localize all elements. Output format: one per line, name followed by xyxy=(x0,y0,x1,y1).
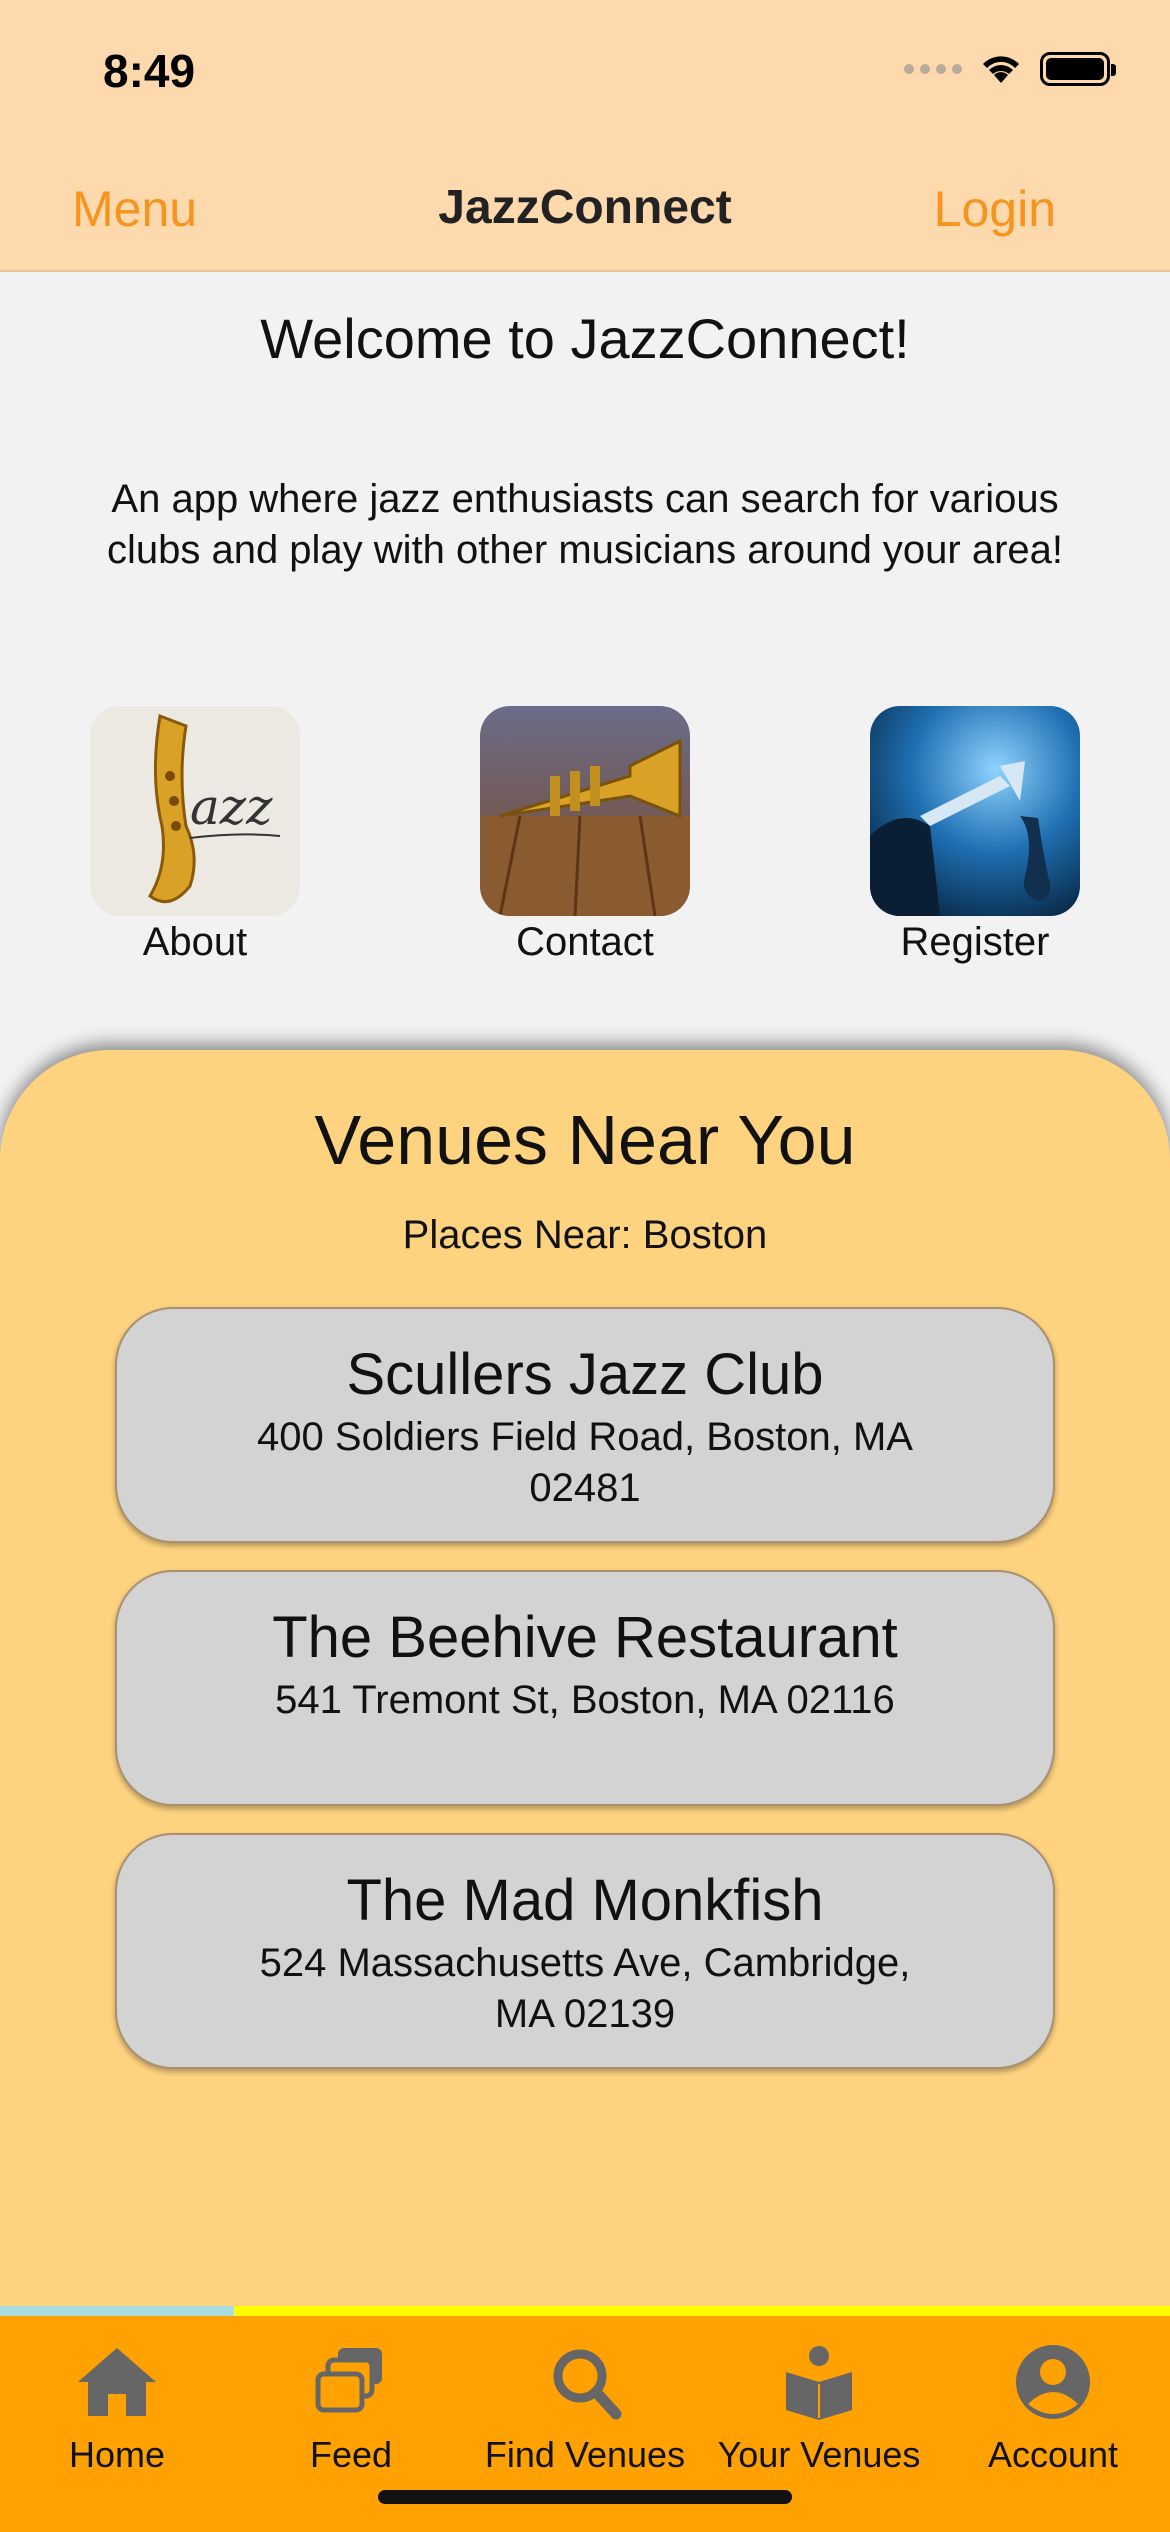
about-label: About xyxy=(142,920,248,964)
tab-home-label: Home xyxy=(68,2434,166,2475)
wifi-icon xyxy=(983,56,1019,83)
venue-card[interactable]: Scullers Jazz Club 400 Soldiers Field Ro… xyxy=(115,1307,1055,1543)
register-tile[interactable]: Register xyxy=(870,706,1080,965)
home-icon xyxy=(78,2348,156,2416)
tab-feed-label: Feed xyxy=(309,2434,393,2475)
tab-account-label: Account xyxy=(987,2434,1119,2475)
contact-tile[interactable]: Contact xyxy=(480,706,690,965)
venue-name: The Mad Monkfish xyxy=(346,1868,824,1933)
intro-line-1: An app where jazz enthusiasts can search… xyxy=(111,477,1059,521)
svg-text:azz: azz xyxy=(190,778,273,836)
account-icon xyxy=(1016,2345,1090,2419)
venue-address: 524 Massachusetts Ave, Cambridge, MA 021… xyxy=(259,1941,911,2036)
venue-name: Scullers Jazz Club xyxy=(346,1342,824,1407)
jazz-band-image[interactable] xyxy=(870,706,1080,916)
welcome-heading: Welcome to JazzConnect! xyxy=(260,307,910,370)
top-bar: 8:49 Menu JazzConnect Login xyxy=(0,0,1170,272)
contact-label: Contact xyxy=(516,920,654,964)
venue-address: 541 Tremont St, Boston, MA 02116 xyxy=(275,1678,895,1722)
saxophone-jazz-image[interactable]: azz xyxy=(90,706,300,916)
status-icons xyxy=(904,52,1116,86)
venues-title: Venues Near You xyxy=(314,1101,856,1179)
tab-indicator xyxy=(0,2306,1170,2316)
battery-icon xyxy=(1040,52,1116,86)
tab-find-venues[interactable]: Find Venues xyxy=(468,2342,702,2476)
tab-feed[interactable]: Feed xyxy=(234,2342,468,2476)
feed-icon xyxy=(315,2348,382,2413)
tab-your-venues-label: Your Venues xyxy=(717,2434,921,2475)
trumpet-image[interactable] xyxy=(480,706,690,916)
venue-card[interactable]: The Beehive Restaurant 541 Tremont St, B… xyxy=(115,1570,1055,1806)
tab-your-venues[interactable]: Your Venues xyxy=(702,2342,936,2476)
tab-account[interactable]: Account xyxy=(936,2342,1170,2476)
cellular-signal-icon xyxy=(904,64,962,74)
intro-text: An app where jazz enthusiasts can search… xyxy=(40,474,1130,576)
venue-address: 400 Soldiers Field Road, Boston, MA 0248… xyxy=(257,1415,913,1510)
intro-line-2: clubs and play with other musicians arou… xyxy=(106,528,1064,572)
venues-panel: Venues Near You Places Near: Boston Scul… xyxy=(0,1050,1170,2310)
venue-card[interactable]: The Mad Monkfish 524 Massachusetts Ave, … xyxy=(115,1833,1055,2069)
tab-home[interactable]: Home xyxy=(0,2342,234,2476)
reading-person-icon xyxy=(786,2346,852,2420)
about-tile[interactable]: azz About xyxy=(90,706,300,965)
register-label: Register xyxy=(900,920,1050,964)
status-time: 8:49 xyxy=(103,45,196,97)
search-icon xyxy=(553,2349,622,2420)
login-button[interactable]: Login xyxy=(934,180,1056,238)
places-near-label: Places Near: Boston xyxy=(402,1213,768,1257)
tab-find-venues-label: Find Venues xyxy=(484,2434,686,2475)
home-indicator[interactable] xyxy=(378,2490,792,2504)
venue-name: The Beehive Restaurant xyxy=(272,1605,898,1670)
